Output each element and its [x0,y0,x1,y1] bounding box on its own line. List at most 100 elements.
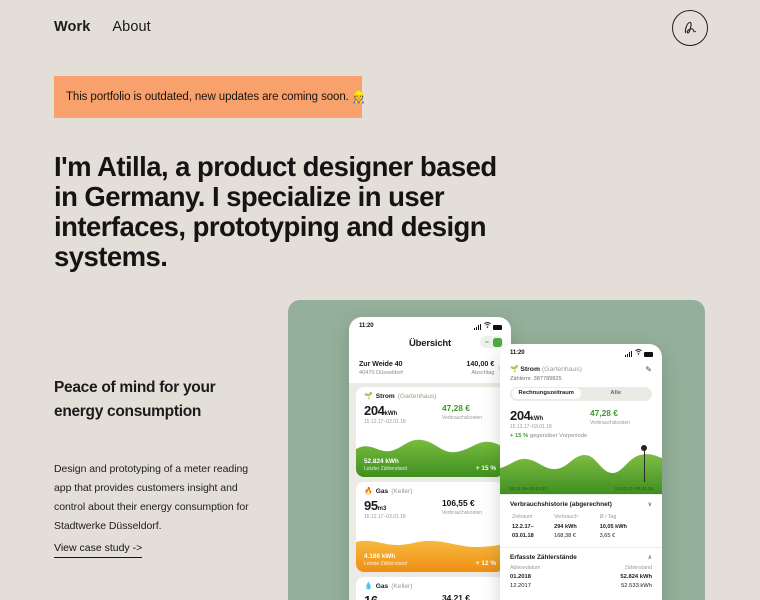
view-case-study-link[interactable]: View case study -> [54,542,143,558]
readings-header-row: Ablesedatum Zählerstand [510,564,652,573]
chart-scrubber-handle[interactable] [640,444,649,482]
meter-card-header: 🔥 Gas (Keller) [356,482,504,497]
signature-glyph-icon [684,21,696,34]
meter-card-gas-secondary[interactable]: 💧 Gas (Keller) 16m3 15.12.17–03.01.18 34… [356,576,504,600]
consumption-block: 95m3 15.12.17–03.01.18 [364,498,406,520]
cost-value: 34,21 € [442,592,470,600]
consumption-value: 95m3 [364,498,406,513]
cost-label: Verbrauchskosten [590,419,631,426]
meter-card-gas[interactable]: 🔥 Gas (Keller) 95m3 15.12.17–03.01.18 10… [356,481,504,572]
construction-worker-emoji-icon: 👷 [351,92,367,104]
view-toggle[interactable] [480,336,503,348]
hero-headline: I'm Atilla, a product designer based in … [54,151,497,272]
consumption-date-range: 15.12.17–03.01.18 [364,418,406,425]
section-verbrauchshistorie[interactable]: Verbrauchshistorie (abgerechnet) ∨ Zeitr… [500,493,662,547]
abschlag-label: Abschlag [471,369,495,376]
detail-area-chart[interactable]: 15.12.16–02.01.17 15.12.17–03.01.18 [500,442,662,494]
cost-value: 106,55 € [442,497,475,508]
wifi-icon [483,321,491,330]
edit-pencil-icon[interactable]: ✎ [645,365,652,374]
screen-title-text: Übersicht [408,338,452,349]
gas-flame-icon: 🔥 [364,487,373,495]
nav-link-work[interactable]: Work [54,19,90,35]
project-showcase-card[interactable]: 11:20 Übersicht Zur Weide 40 40470 Düsse… [288,300,705,600]
delta-badge: + 15 % [475,464,496,472]
detail-stats: 204kWh 15.12.17–03.01.18 47,28 € Verbrau… [500,408,662,433]
meter-card-header: 🌱 Strom (Gartenhaus) [356,387,504,402]
list-item[interactable]: 01.2018 52.824 kWh [510,573,652,582]
water-drop-icon: 💧 [364,582,373,590]
period-segmented-control[interactable]: Rechnungszeitraum Alle [510,386,652,401]
meter-card-list: 🌱 Strom (Gartenhaus) 204kWh 15.12.17–03.… [349,382,511,600]
cell-zeitraum: 03.01.18 [512,533,534,539]
meter-card-body: 95m3 15.12.17–03.01.18 106,55 € Verbrauc… [356,497,504,526]
cost-value: 47,28 € [590,407,618,418]
chevron-down-icon[interactable]: ∨ [648,501,652,508]
col-pro-tag: Ø / Tag [599,513,617,520]
battery-icon [644,351,653,357]
section-zaehlerstaende[interactable]: Erfasste Zählerstände ∧ Ablesedatum Zähl… [500,546,662,597]
cost-label: Verbrauchskosten [442,509,483,516]
chevron-up-icon[interactable]: ∧ [648,554,652,561]
last-reading-value: 4.186 kWh [364,552,396,560]
detail-meter-name: Strom [520,366,540,373]
strip-footer: 4.186 kWh Letzter Zählerstand + 12 % [364,553,496,567]
detail-meter-location: (Gartenhaus) [541,366,582,373]
cost-label: Verbrauchskosten [442,414,483,421]
status-icons [473,321,502,330]
nav-links: Work About [54,19,151,35]
meter-number: Zählernr. 387789825 [510,375,562,382]
status-time: 11:20 [359,322,374,329]
toggle-dash-icon [485,341,489,343]
consumption-unit: m3 [377,505,387,512]
project-description: Design and prototyping of a meter readin… [54,463,249,532]
meter-location: (Keller) [391,487,413,495]
address-line2: 40470 Düsseldorf [359,369,403,376]
detail-meter-title: 🌱 Strom (Gartenhaus) [510,365,582,373]
strom-leaf-icon: 🌱 [510,366,519,373]
table-header-row: Zeitraum Verbrauch Ø / Tag [512,514,650,522]
section-header: Verbrauchshistorie (abgerechnet) ∨ [510,501,652,508]
detail-header: 🌱 Strom (Gartenhaus) Zählernr. 387789825… [500,361,662,387]
reading-date: 01.2018 [510,574,531,581]
meter-card-header: 💧 Gas (Keller) [356,577,504,592]
chart-label-end: 15.12.17–03.01.18 [614,485,653,491]
consumption-date-range: 15.12.17–03.01.18 [364,513,406,520]
cell-zeitraum: 12.2.17– [512,524,534,530]
consumption-date-range: 15.12.17–03.01.18 [510,423,552,430]
top-navigation: Work About [0,0,760,54]
meter-card-strom[interactable]: 🌱 Strom (Gartenhaus) 204kWh 15.12.17–03.… [356,386,504,477]
signal-icon [624,351,632,357]
abschlag-amount: 140,00 € [466,359,495,368]
consumption-value: 204kWh [510,408,552,423]
delta-label: gegenüber Vorperiode [529,432,588,439]
screen-title-overview: Übersicht [349,334,511,356]
readings-list: Ablesedatum Zählerstand 01.2018 52.824 k… [510,564,652,592]
outdated-portfolio-banner: This portfolio is outdated, new updates … [54,76,366,118]
cost-block: 106,55 € Verbrauchskosten [442,498,496,520]
consumption-number: 95 [364,497,378,513]
list-item[interactable]: 12.2017 52.533 kWh [510,582,652,591]
consumption-unit: kWh [384,410,398,417]
meter-name: Gas [375,487,389,495]
last-reading-value: 52.824 kWh [364,457,399,465]
table-row: 03.01.18 168,38 € 3,65 € [512,533,650,540]
monogram-logo-icon[interactable] [672,10,708,46]
consumption-block: 16m3 15.12.17–03.01.18 [364,593,406,600]
segment-rechnungszeitraum[interactable]: Rechnungszeitraum [511,388,581,399]
meter-name: Strom [375,392,395,400]
segment-alle[interactable]: Alle [581,388,651,399]
battery-icon [493,324,502,330]
signal-icon [473,324,481,330]
delta-value: + 15 % [510,432,529,439]
cell-verbrauch: 294 kWh [554,524,577,530]
section-title: Verbrauchshistorie (abgerechnet) [510,500,612,508]
consumption-value: 204kWh [364,403,406,418]
address-row[interactable]: Zur Weide 40 40470 Düsseldorf 140,00 € A… [349,356,511,383]
reading-value: 52.824 kWh [620,574,652,581]
reading-date: 12.2017 [510,583,531,590]
consumption-unit: kWh [530,415,544,422]
gas-area-chart: 4.186 kWh Letzter Zählerstand + 12 % [356,526,504,572]
cell-pro-tag: 10,05 kWh [599,524,627,530]
nav-link-about[interactable]: About [112,19,150,35]
